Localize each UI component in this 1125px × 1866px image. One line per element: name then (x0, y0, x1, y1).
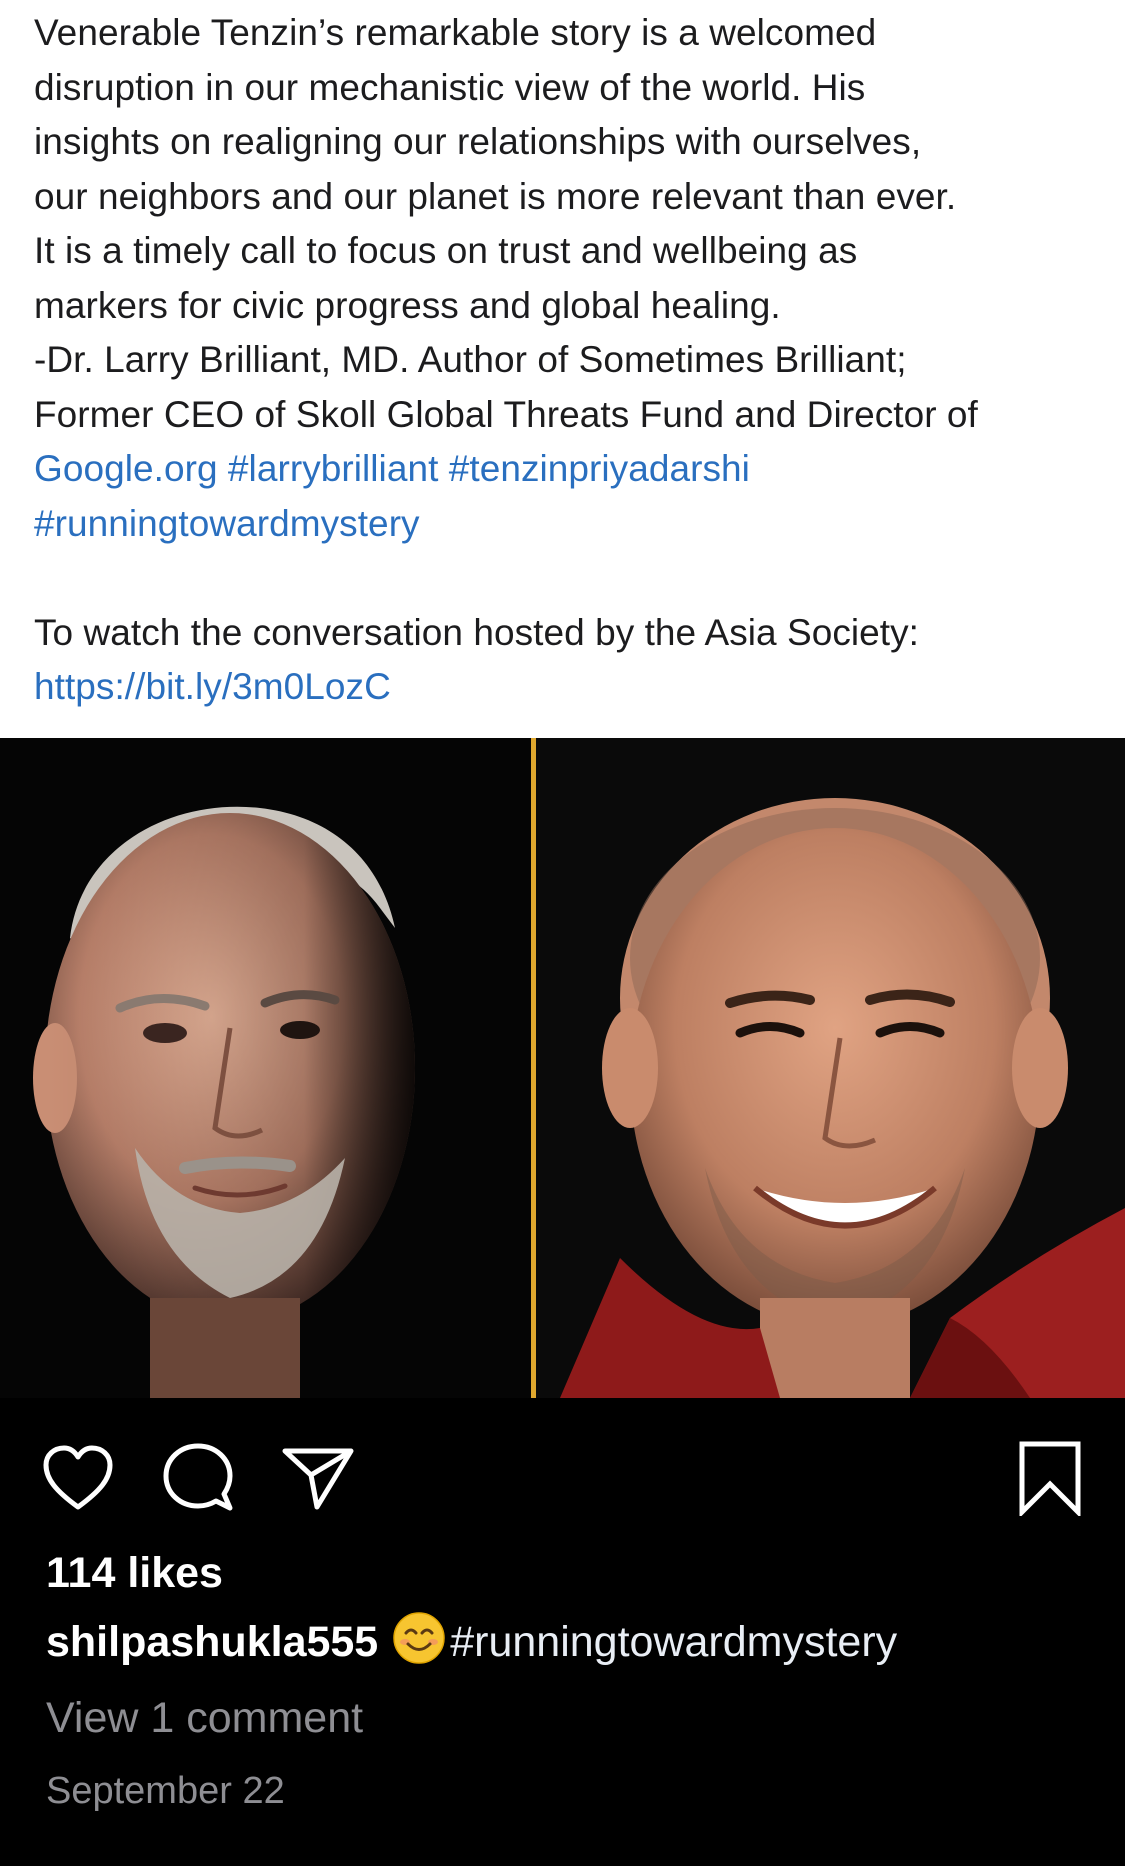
caption-line: It is a timely call to focus on trust an… (34, 230, 858, 271)
hashtag-tenzinpriyadarshi[interactable]: #tenzinpriyadarshi (449, 448, 750, 489)
username-link[interactable]: shilpashukla555 (46, 1618, 378, 1666)
bookmark-icon[interactable] (1010, 1434, 1090, 1522)
post-meta: 114 likes shilpashukla555 #runningtoward… (46, 1538, 1086, 1826)
photo-divider (531, 738, 536, 1398)
caption-row: shilpashukla555 #runningtowardmystery (46, 1604, 1086, 1680)
google-org-link[interactable]: Google.org (34, 448, 218, 489)
watch-text: To watch the conversation hosted by the … (34, 611, 919, 653)
heart-icon[interactable] (38, 1438, 118, 1518)
hashtag-runningtowardmystery[interactable]: #runningtowardmystery (34, 503, 420, 544)
caption-line: insights on realigning our relationships… (34, 121, 922, 162)
view-comments-link[interactable]: View 1 comment (46, 1680, 1086, 1756)
caption-line: markers for civic progress and global he… (34, 284, 781, 326)
post-date: September 22 (46, 1770, 285, 1812)
caption-links-line: Google.org #larrybrilliant #tenzinpriyad… (34, 442, 1091, 497)
comment-icon[interactable] (158, 1438, 238, 1518)
post-image[interactable] (0, 738, 1125, 1398)
hashtag-larrybrilliant[interactable]: #larrybrilliant (228, 448, 438, 489)
caption-line: Former CEO of Skoll Global Threats Fund … (34, 393, 978, 435)
paper-plane-icon[interactable] (278, 1438, 358, 1518)
caption-line: disruption in our mechanistic view of th… (34, 66, 866, 108)
likes-count[interactable]: 114 likes (46, 1542, 1086, 1604)
caption-hashtag-line: #runningtowardmystery (34, 497, 1091, 552)
smiling-face-emoji (393, 1612, 445, 1664)
caption-text: Venerable Tenzin’s remarkable story is a… (34, 6, 1091, 715)
watch-url-link[interactable]: https://bit.ly/3m0LozC (34, 666, 391, 707)
action-bar (0, 1398, 1125, 1538)
caption-line: -Dr. Larry Brilliant, MD. Author of Some… (34, 339, 907, 380)
caption-line: Venerable Tenzin’s remarkable story is a… (34, 12, 877, 53)
caption-line: our neighbors and our planet is more rel… (34, 175, 957, 217)
caption-card: Venerable Tenzin’s remarkable story is a… (0, 0, 1125, 738)
watch-line: https://bit.ly/3m0LozC (34, 660, 1091, 715)
caption-hashtag[interactable]: #runningtowardmystery (450, 1618, 897, 1666)
